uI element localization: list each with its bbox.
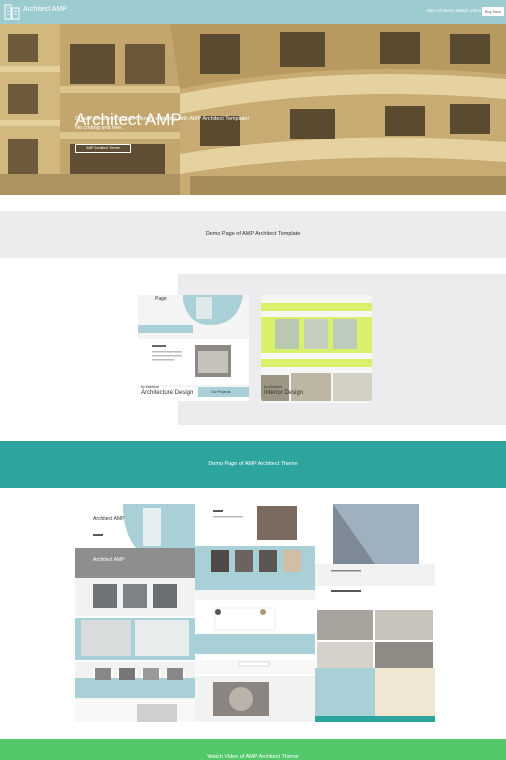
our-projects-button: Our Projects bbox=[211, 390, 231, 394]
demo-template-heading: Demo Page of AMP Architect Template bbox=[205, 231, 301, 237]
top-navbar: Architect AMP View All Demo Watch Video … bbox=[0, 0, 506, 24]
nav-link-view-all-demo[interactable]: View All Demo bbox=[426, 8, 455, 13]
card-inner-title: Page bbox=[155, 296, 167, 302]
card-byline: by Mobirise bbox=[141, 385, 159, 389]
interior-design-demo-card[interactable]: by Mobirise Interior Design bbox=[261, 295, 372, 403]
amp-architect-theme-button[interactable]: AMP Architect Theme bbox=[75, 144, 131, 153]
building-logo-icon[interactable] bbox=[4, 3, 20, 20]
hero-subtitle-line1: Create awesome mobile-friendly websites … bbox=[75, 116, 250, 122]
demo-theme-collage[interactable]: Architect AMP Architect AMP bbox=[75, 504, 435, 722]
watch-video-heading[interactable]: Watch Video of AMP Architect Theme bbox=[0, 754, 506, 760]
theme-pages-preview bbox=[75, 504, 435, 722]
card-byline: by Mobirise bbox=[264, 385, 282, 389]
card-title-architecture-design: Architecture Design bbox=[141, 390, 194, 396]
card-title-interior-design: Interior Design bbox=[264, 390, 304, 396]
brand-name[interactable]: Architect AMP bbox=[23, 6, 67, 13]
hero-subtitle-line2: No coding and free. bbox=[75, 125, 124, 131]
nav-link-watch-video[interactable]: Watch Video bbox=[456, 8, 481, 13]
collage-preview-overlay: Architect AMP bbox=[93, 557, 125, 563]
architecture-design-demo-card[interactable]: Page Our Projects by Mobirise Architectu… bbox=[138, 295, 249, 401]
demo-theme-heading: Demo Page of AMP Architect Theme bbox=[208, 461, 298, 467]
collage-preview-title: Architect AMP bbox=[93, 516, 125, 522]
hero-section: Architect AMP Create awesome mobile-frie… bbox=[0, 24, 506, 195]
buy-now-button[interactable]: Buy Now bbox=[482, 7, 504, 16]
